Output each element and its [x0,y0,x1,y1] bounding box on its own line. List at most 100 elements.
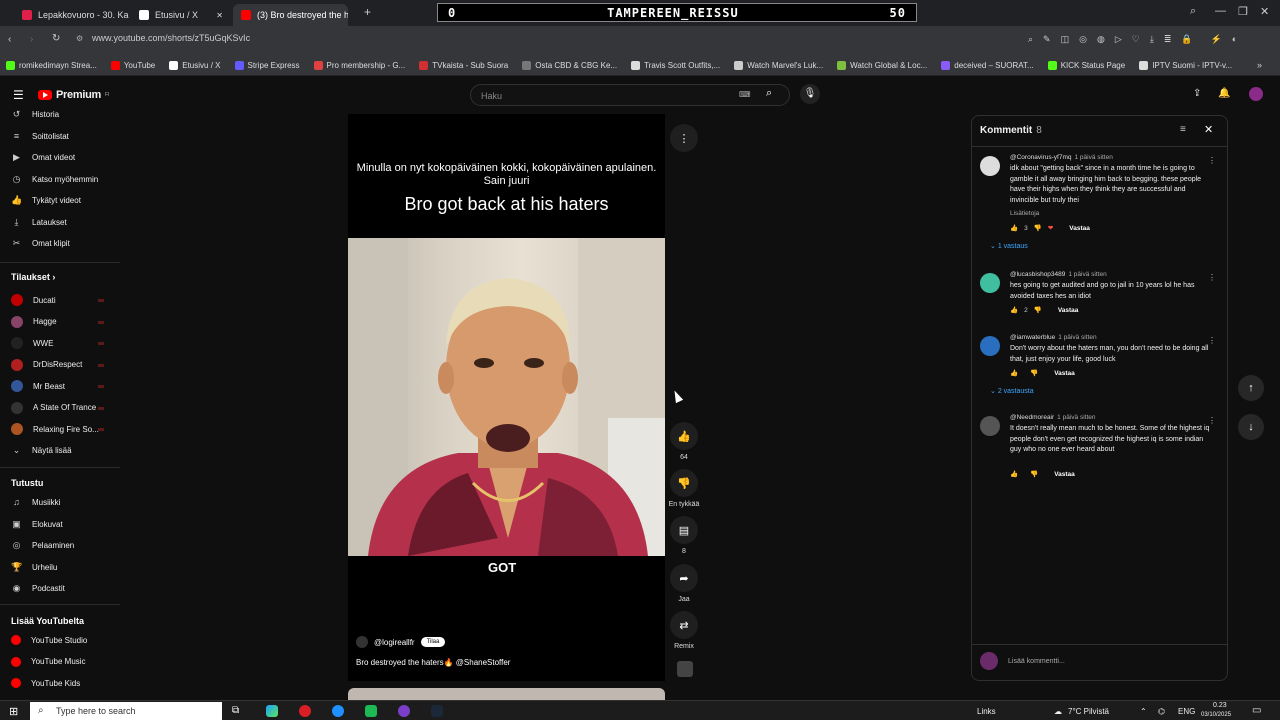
channel-name[interactable]: @logireallfr [374,638,415,647]
new-tab-icon[interactable]: + [364,5,371,19]
subscription-item[interactable]: Relaxing Fire So... [11,423,99,435]
notification-center-icon[interactable]: ▭ [1252,705,1261,716]
sidebar-item-music[interactable]: ♫ Musiikki [11,497,60,508]
reply-button[interactable]: Vastaa [1069,225,1090,232]
share-button[interactable]: ➦ Jaa [668,564,700,603]
sidebar-item-your-videos[interactable]: ▶ Omat videot [11,152,75,163]
youtube-logo[interactable]: Premium FI [38,89,109,101]
tab-close-icon[interactable]: ✕ [216,11,223,20]
menu-icon[interactable]: ☰ [13,88,24,102]
bookmark-item[interactable]: Travis Scott Outfits,... [631,61,720,70]
obs-icon[interactable] [398,705,410,717]
weather-text[interactable]: 7°C Pilvistä [1068,707,1109,716]
clock-time[interactable]: 0.23 [1213,702,1227,709]
show-replies-button[interactable]: ⌄ 2 vastausta [990,387,1034,395]
sidebar-item-movies[interactable]: ▣ Elokuvat [11,519,62,530]
comment-dislike-icon[interactable]: 👎 [1030,470,1038,478]
forward-icon[interactable]: › [30,34,33,45]
channel-avatar[interactable] [356,636,368,648]
subscription-item[interactable]: A State Of Trance [11,401,96,414]
site-info-icon[interactable]: ⚙ [76,34,83,43]
browser-tab[interactable]: Etusivu / X ✕ [131,4,231,26]
comment-like-icon[interactable]: 👍 [1010,306,1018,314]
favorite-icon[interactable]: ♡ [1132,34,1140,45]
comment-like-icon[interactable]: 👍 [1010,224,1018,232]
bookmark-item[interactable]: romikedimayn Strea... [6,61,97,70]
bookmark-item[interactable]: Osta CBD & CBG Ke... [522,61,617,70]
steam-icon[interactable] [431,705,443,717]
zoom-icon[interactable]: ⌕ [1028,34,1033,45]
taskbar-app-icon[interactable] [266,705,278,717]
links-toolbar[interactable]: Links [977,707,996,716]
edge-icon[interactable] [332,705,344,717]
reply-button[interactable]: Vastaa [1058,307,1079,314]
browser-tab[interactable]: (3) Bro destroyed the hat✕ [233,4,348,26]
notifications-icon[interactable]: 🔔 [1218,88,1230,99]
sidebar-item-youtube-app[interactable]: YouTube Studio [11,635,87,645]
comment-author[interactable]: @lucasbishop3489 [1010,271,1065,278]
comment-author[interactable]: @Needmoreair [1010,414,1054,421]
subscription-item[interactable]: Mr Beast [11,380,65,392]
upload-icon[interactable]: ⇪ [1193,88,1201,99]
sound-thumbnail[interactable] [677,661,693,677]
windows-start-icon[interactable]: ⊞ [9,705,18,718]
bookmark-item[interactable]: Stripe Express [234,61,300,70]
close-window-icon[interactable]: ✕ [1260,5,1269,18]
subscription-item[interactable]: DrDisRespect [11,358,82,371]
edit-icon[interactable]: ✎ [1043,34,1051,45]
show-replies-button[interactable]: ⌄ 1 vastaus [990,242,1028,250]
bookmark-item[interactable]: Watch Global & Loc... [837,61,927,70]
sidebar-item-youtube-app[interactable]: YouTube Kids [11,678,80,688]
bookmark-item[interactable]: Etusivu / X [169,61,221,70]
spotify-icon[interactable] [365,705,377,717]
sidebar-item-playlists[interactable]: ≡ Soittolistat [11,131,69,142]
vpn-icon[interactable]: ⚡ [1211,34,1222,45]
bookmark-item[interactable]: Watch Marvel's Luk... [734,61,823,70]
sidebar-item-gaming[interactable]: ◎ Pelaaminen [11,540,75,551]
sort-icon[interactable]: ≡ [1180,124,1186,135]
lock-icon[interactable]: 🔒 [1181,34,1192,45]
play-icon[interactable]: ▷ [1115,34,1122,45]
comment-like-icon[interactable]: 👍 [1010,470,1018,478]
short-video-player[interactable]: Minulla on nyt kokopäiväinen kokki, koko… [348,114,665,681]
sidebar-item-downloads[interactable]: ⤓ Lataukset [11,217,67,228]
browser-search-icon[interactable]: ⌕ [1190,5,1196,18]
search-icon[interactable]: ⌕ [766,87,772,100]
screenshot-icon[interactable]: ◫ [1061,34,1070,45]
subscription-item[interactable]: Ducati [11,294,56,306]
back-icon[interactable]: ‹ [8,34,11,45]
maximize-icon[interactable]: ❐ [1238,5,1248,18]
subscription-item[interactable]: Hagge [11,315,57,328]
reload-icon[interactable]: ↻ [52,33,60,44]
next-short-preview[interactable] [348,688,665,700]
download-icon[interactable]: ⤓ [1150,34,1154,45]
mic-icon[interactable]: 🎙 [800,84,820,104]
like-button[interactable]: 👍 64 [668,422,700,461]
show-more-button[interactable]: ⌄ Näytä lisää [11,445,72,456]
subscriptions-heading[interactable]: Tilaukset › [11,272,55,282]
comment-more-icon[interactable]: ⋮ [1208,336,1216,345]
commenter-avatar[interactable] [980,273,1000,293]
sidebar-item-liked-videos[interactable]: 👍 Tykätyt videot [11,195,81,206]
sidebar-item-sports[interactable]: 🏆 Urheilu [11,562,57,573]
close-icon[interactable]: ✕ [1204,123,1213,136]
next-short-button[interactable]: ↓ [1238,414,1264,440]
previous-short-button[interactable]: ↑ [1238,375,1264,401]
subscription-item[interactable]: WWE [11,337,53,349]
comment-author[interactable]: @iamwaterblue [1010,334,1055,341]
bookmark-item[interactable]: Pro membership - G... [313,61,405,70]
comment-more-icon[interactable]: ⋮ [1208,156,1216,165]
sidebar-item-podcasts[interactable]: ◉ Podcastit [11,583,65,594]
sidebar-item-history[interactable]: ↺ Historia [11,109,59,120]
comment-more-icon[interactable]: ⋮ [1208,416,1216,425]
bookmark-item[interactable]: TVkaista - Sub Suora [419,61,508,70]
commenter-avatar[interactable] [980,416,1000,436]
commenter-avatar[interactable] [980,336,1000,356]
commenter-avatar[interactable] [980,156,1000,176]
comment-like-icon[interactable]: 👍 [1010,369,1018,377]
bookmark-item[interactable]: deceived – SUORAT... [941,61,1034,70]
comment-dislike-icon[interactable]: 👎 [1034,224,1042,232]
comment-more-icon[interactable]: ⋮ [1208,273,1216,282]
bookmark-item[interactable]: IPTV Suomi - IPTV-v... [1139,61,1232,70]
minimize-icon[interactable]: — [1215,5,1226,17]
